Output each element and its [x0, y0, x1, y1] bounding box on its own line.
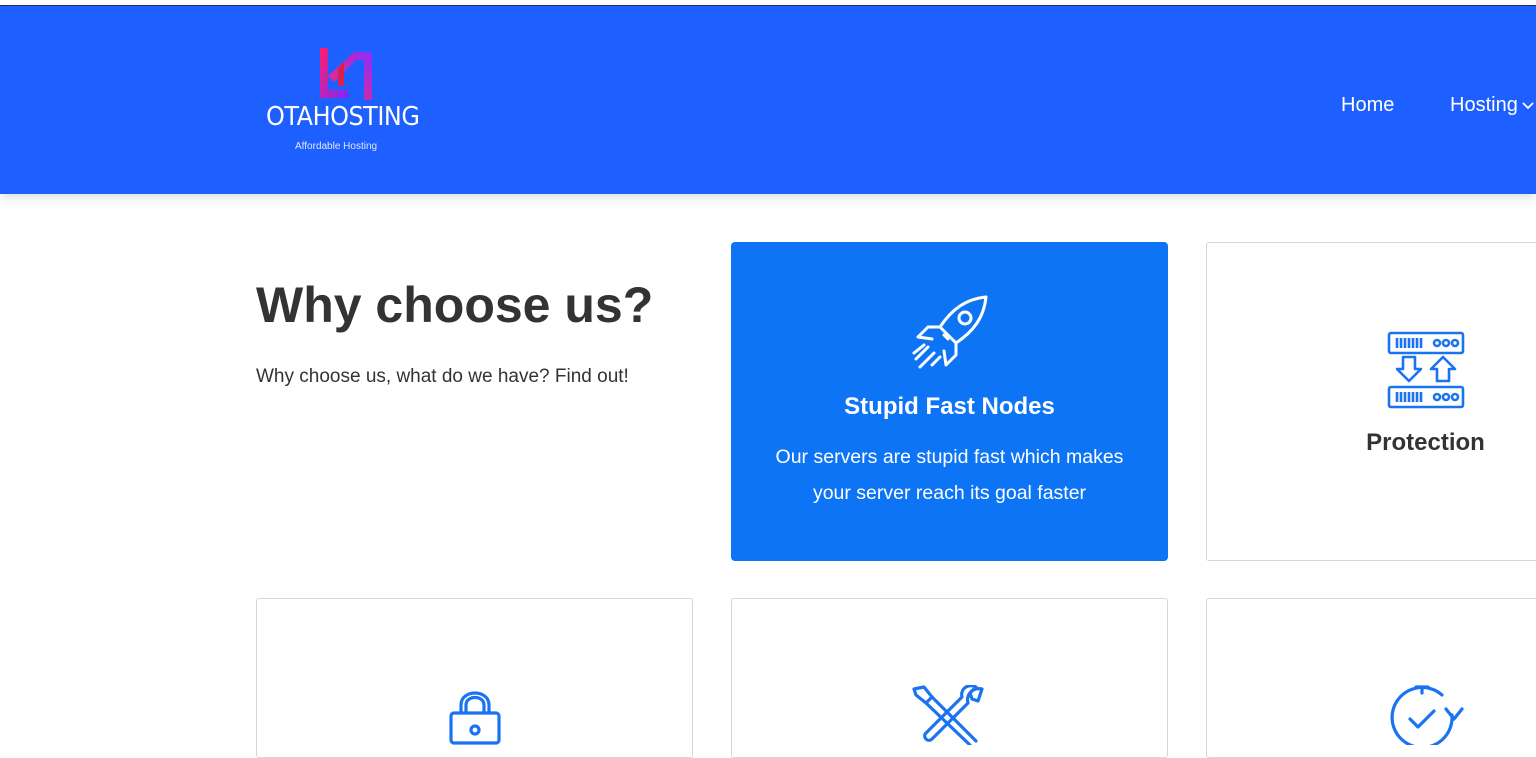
chevron-down-icon [1522, 102, 1534, 109]
feature-title: Protection [1366, 429, 1485, 456]
server-transfer-icon [1387, 331, 1465, 409]
brand-name: OTAHOSTING [266, 102, 420, 132]
brand-tagline: Affordable Hosting [295, 141, 378, 152]
clock-refresh-icon [1390, 685, 1464, 745]
feature-card-security[interactable] [256, 598, 693, 758]
feature-card-fast-nodes[interactable]: Stupid Fast Nodes Our servers are stupid… [731, 242, 1168, 561]
section-subtitle: Why choose us, what do we have? Find out… [256, 366, 629, 387]
feature-card-uptime[interactable] [1206, 598, 1536, 758]
feature-description: Our servers are stupid fast which makes … [775, 446, 1124, 504]
rocket-icon [912, 295, 987, 369]
section-title: Why choose us? [256, 277, 654, 333]
tools-icon [911, 685, 984, 745]
feature-card-protection[interactable]: Protection [1206, 242, 1536, 561]
nav-hosting[interactable]: Hosting [1450, 94, 1534, 117]
logo-mark-icon [320, 48, 372, 100]
padlock-icon [448, 691, 501, 745]
feature-card-support[interactable] [731, 598, 1168, 758]
nav-hosting-label: Hosting [1450, 94, 1518, 116]
feature-title: Stupid Fast Nodes [844, 393, 1055, 420]
nav-home[interactable]: Home [1341, 94, 1394, 117]
site-header: OTAHOSTING Affordable Hosting Home Hosti… [0, 6, 1536, 194]
logo[interactable]: OTAHOSTING Affordable Hosting [262, 46, 432, 156]
